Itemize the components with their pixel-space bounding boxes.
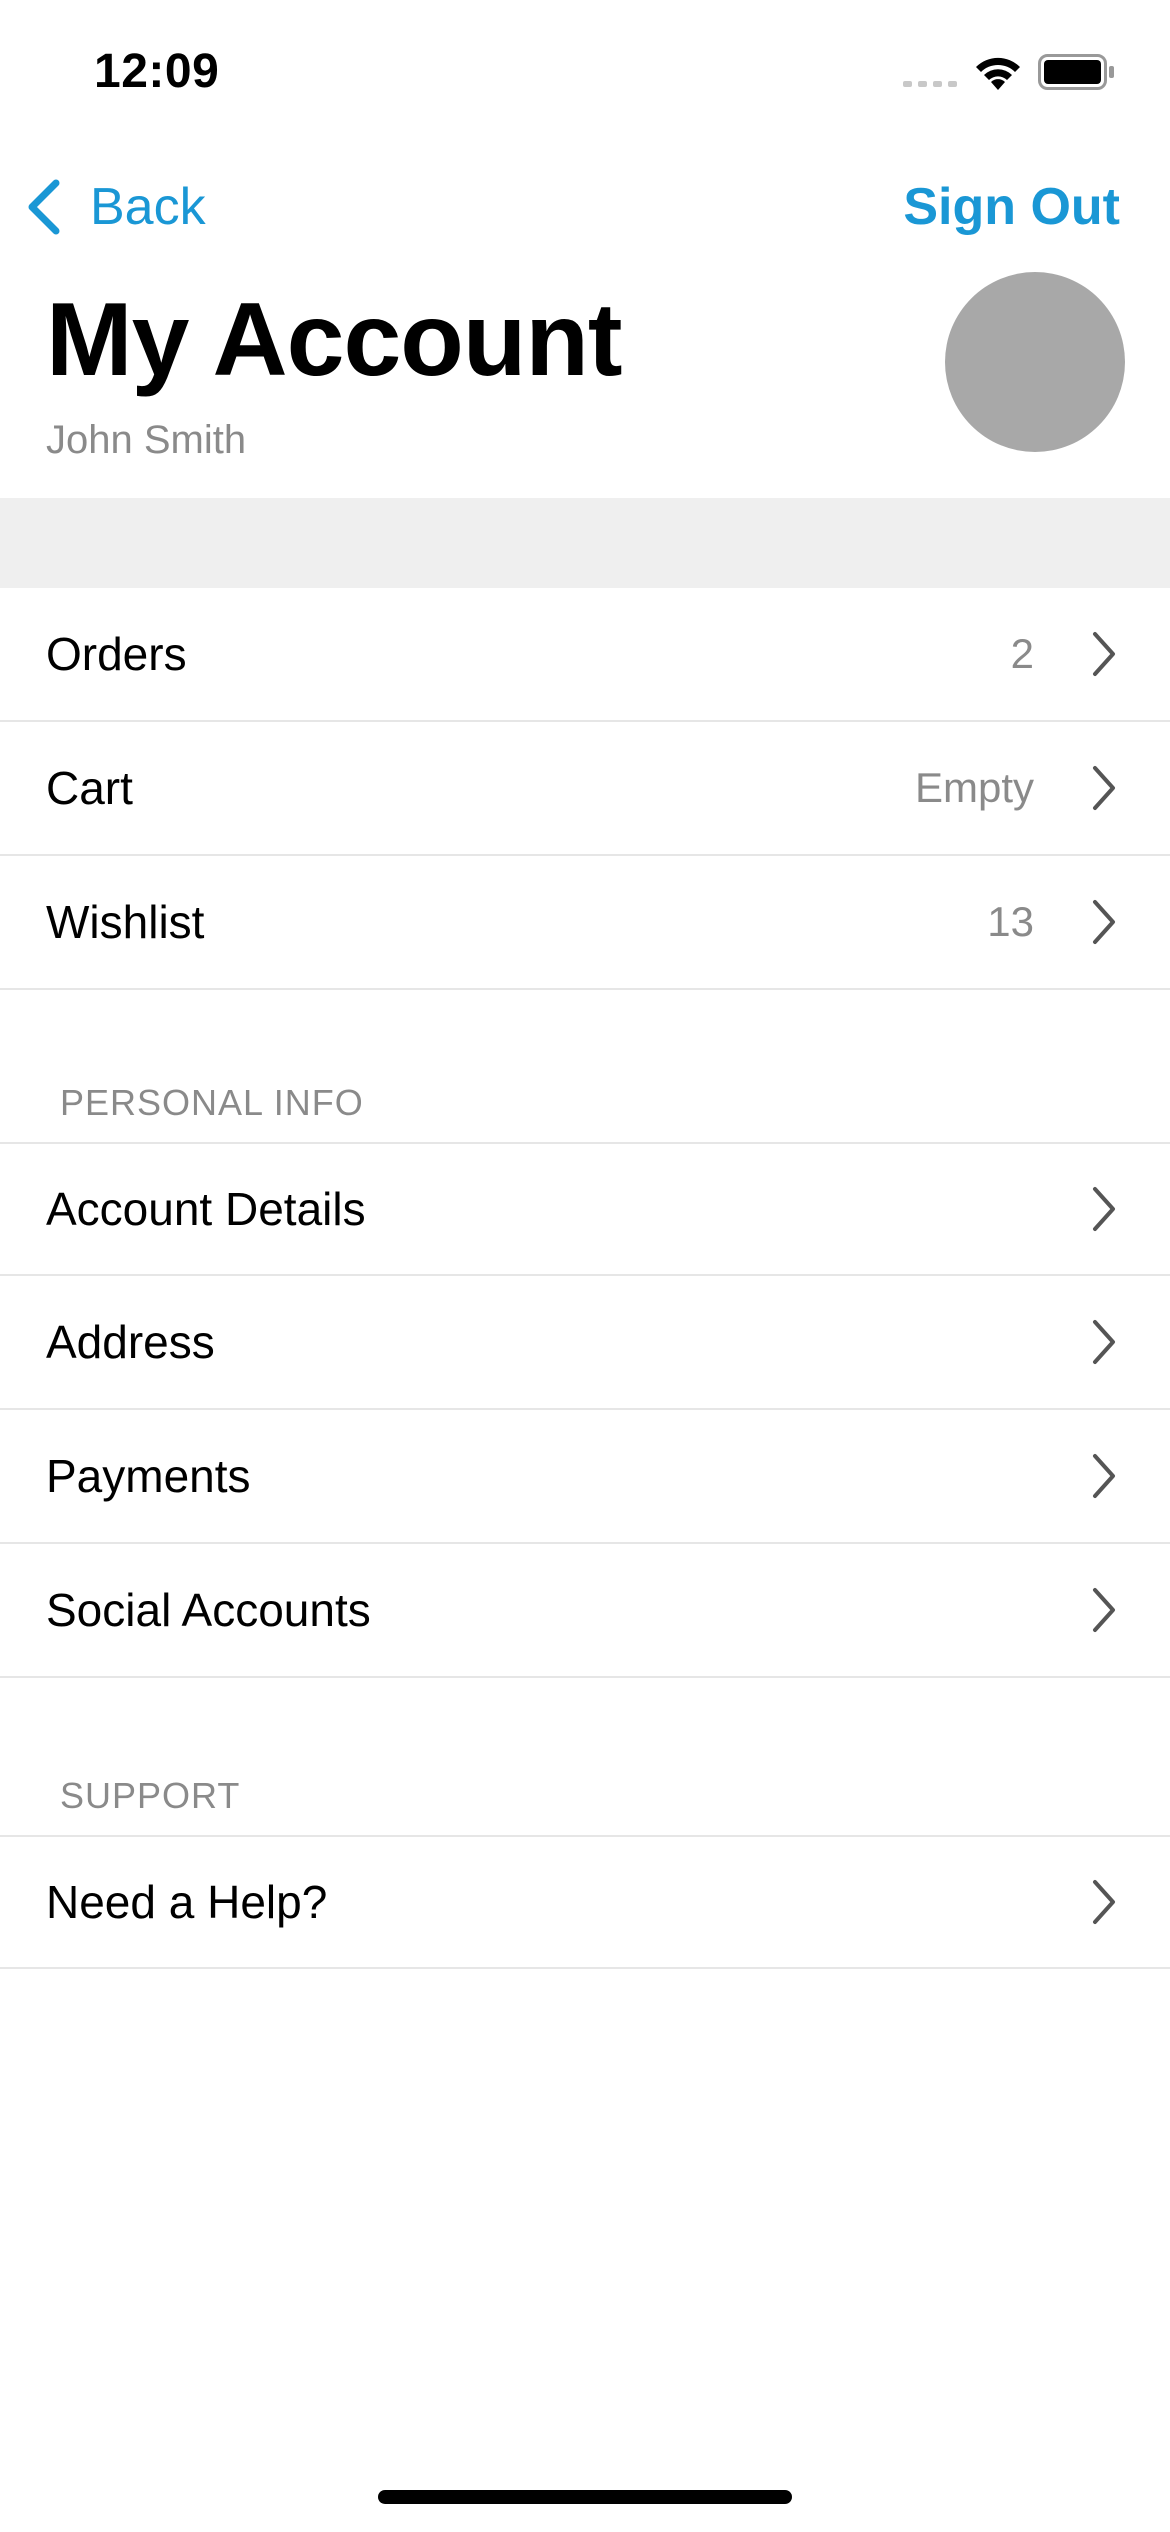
wifi-icon — [976, 57, 1020, 90]
wishlist-row[interactable]: Wishlist 13 — [0, 856, 1170, 990]
address-row[interactable]: Address — [0, 1276, 1170, 1410]
row-label: Orders — [46, 628, 187, 680]
chevron-right-icon — [1093, 1454, 1115, 1498]
row-label: Account Details — [46, 1183, 366, 1235]
status-time: 12:09 — [94, 45, 220, 98]
chevron-right-icon — [1093, 766, 1115, 810]
cart-status: Empty — [914, 764, 1034, 811]
user-name: John Smith — [46, 418, 247, 462]
shopping-group: Orders 2 Cart Empty Wishlist 13 — [0, 588, 1170, 990]
page-title: My Account — [46, 282, 623, 398]
chevron-right-icon — [1093, 632, 1115, 676]
cellular-signal-icon — [903, 81, 957, 87]
back-label: Back — [90, 178, 206, 236]
support-header: SUPPORT — [60, 1775, 241, 1816]
cart-row[interactable]: Cart Empty — [0, 722, 1170, 856]
home-indicator[interactable] — [378, 2490, 792, 2504]
payments-row[interactable]: Payments — [0, 1410, 1170, 1544]
avatar[interactable] — [945, 272, 1125, 452]
battery-icon — [1038, 54, 1114, 90]
support-group: Need a Help? — [0, 1835, 1170, 1969]
row-label: Payments — [46, 1450, 251, 1502]
row-label: Cart — [46, 762, 133, 814]
sign-out-button[interactable]: Sign Out — [903, 172, 1120, 242]
social-accounts-row[interactable]: Social Accounts — [0, 1544, 1170, 1678]
row-label: Address — [46, 1316, 215, 1368]
chevron-left-icon — [28, 179, 60, 235]
status-bar: 12:09 — [0, 0, 1170, 140]
back-button[interactable]: Back — [24, 172, 206, 242]
row-label: Wishlist — [46, 896, 205, 948]
account-details-row[interactable]: Account Details — [0, 1142, 1170, 1276]
personal-info-group: Account Details Address Payments Social … — [0, 1142, 1170, 1678]
chevron-right-icon — [1093, 1880, 1115, 1924]
wishlist-count: 13 — [987, 898, 1034, 945]
orders-row[interactable]: Orders 2 — [0, 588, 1170, 722]
personal-info-header: PERSONAL INFO — [60, 1082, 364, 1123]
chevron-right-icon — [1093, 1588, 1115, 1632]
chevron-right-icon — [1093, 900, 1115, 944]
row-label: Social Accounts — [46, 1584, 371, 1636]
orders-count: 2 — [1010, 630, 1034, 677]
chevron-right-icon — [1093, 1320, 1115, 1364]
need-help-row[interactable]: Need a Help? — [0, 1835, 1170, 1969]
section-spacer — [0, 498, 1170, 588]
row-label: Need a Help? — [46, 1876, 328, 1928]
chevron-right-icon — [1093, 1187, 1115, 1231]
